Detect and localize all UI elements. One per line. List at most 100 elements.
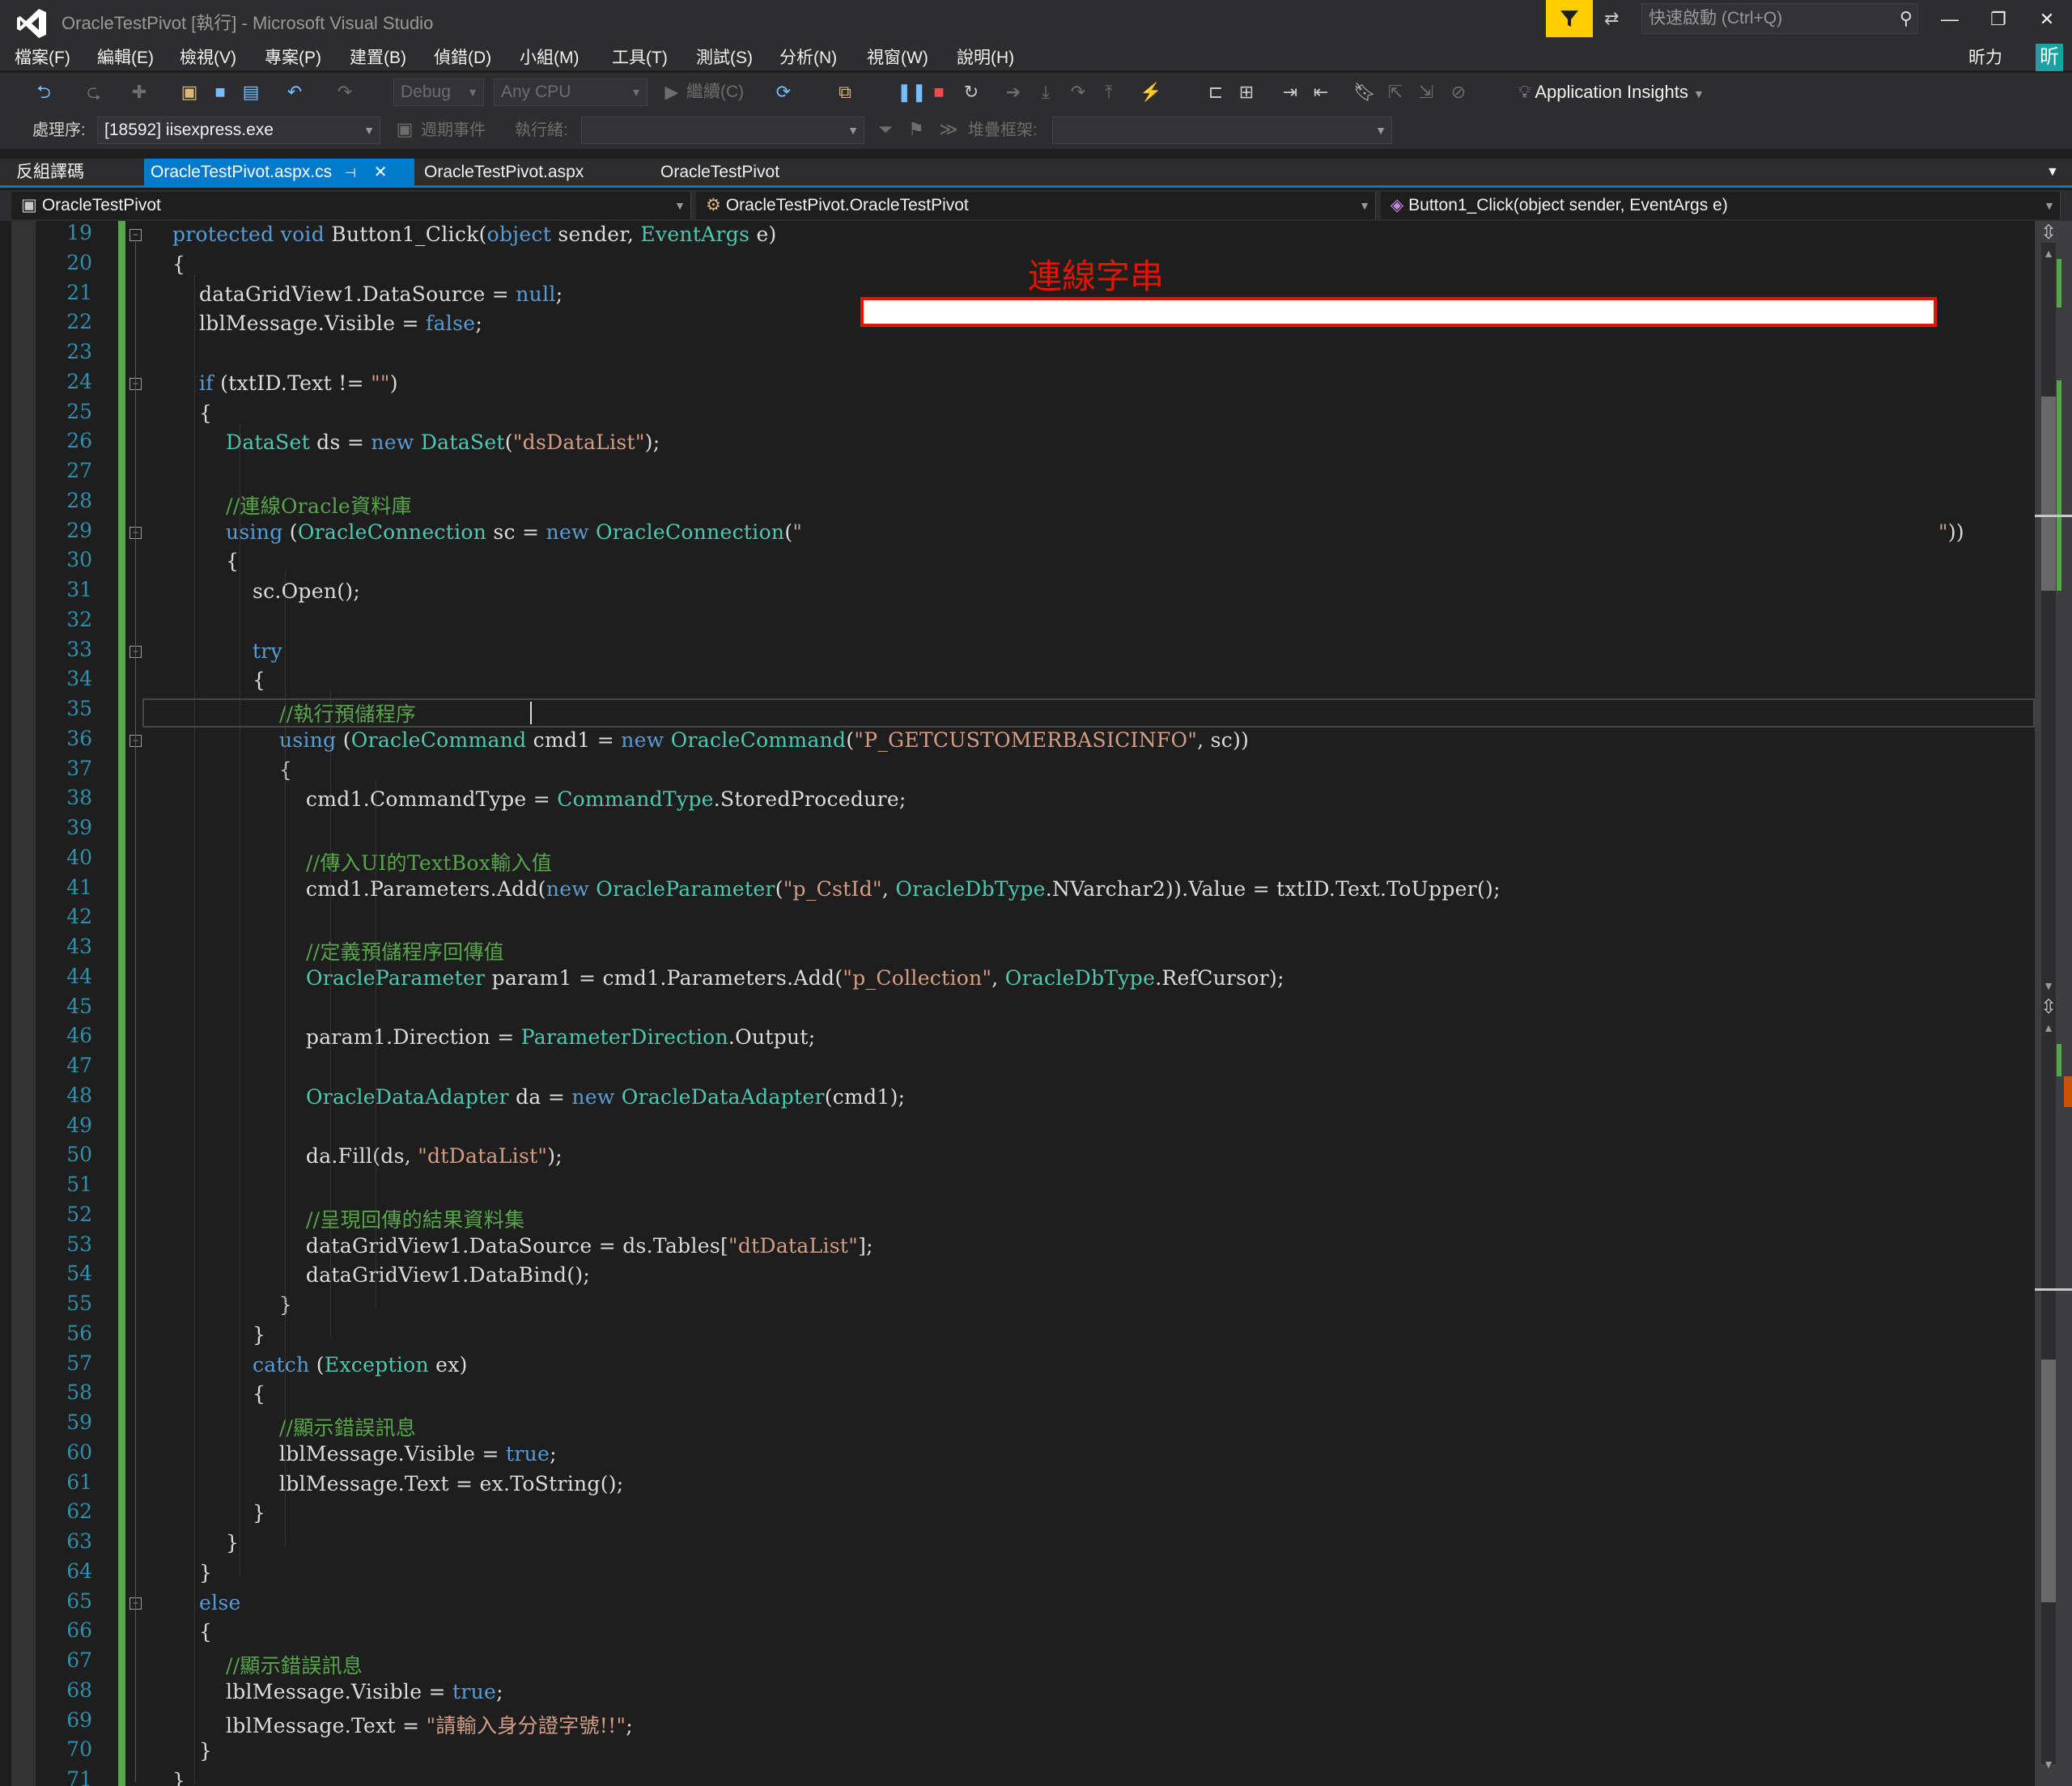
thread-select[interactable]: ▼ xyxy=(581,117,864,144)
code-line[interactable]: //連線Oracle資料庫 xyxy=(146,490,412,520)
navigate-back-icon[interactable]: ⮌ xyxy=(32,81,55,104)
code-line[interactable]: } xyxy=(146,1293,292,1317)
pause-icon[interactable]: ❚❚ xyxy=(897,81,927,104)
code-line[interactable]: } xyxy=(146,1501,265,1525)
menu-tools[interactable]: 工具(T) xyxy=(612,46,668,70)
menu-build[interactable]: 建置(B) xyxy=(350,46,406,70)
step-over-icon[interactable]: ↷ xyxy=(1067,81,1089,104)
lifecycle-events-button[interactable]: 週期事件 xyxy=(421,112,486,149)
browser-link-icon[interactable]: ⧉ xyxy=(834,81,856,104)
outdent-icon[interactable]: ⇤ xyxy=(1310,81,1332,104)
code-line[interactable]: } xyxy=(146,1739,212,1763)
code-line[interactable]: try xyxy=(146,639,282,663)
menu-team[interactable]: 小組(M) xyxy=(520,46,579,70)
code-line[interactable]: { xyxy=(146,549,239,573)
code-line[interactable]: OracleParameter param1 = cmd1.Parameters… xyxy=(146,966,1284,990)
code-line[interactable]: sc.Open(); xyxy=(146,579,360,603)
menu-project[interactable]: 專案(P) xyxy=(265,46,321,70)
maximize-button[interactable]: ❐ xyxy=(1975,0,2022,39)
code-line[interactable]: lblMessage.Visible = false; xyxy=(146,312,482,335)
code-line[interactable]: using (OracleCommand cmd1 = new OracleCo… xyxy=(146,728,1249,752)
redo-icon[interactable]: ↷ xyxy=(333,81,356,104)
solution-platform-select[interactable]: Any CPU ▼ xyxy=(494,78,648,106)
avatar[interactable]: 昕 xyxy=(2036,44,2063,71)
tab-oracletestpivot[interactable]: OracleTestPivot xyxy=(654,159,779,186)
menu-debug[interactable]: 偵錯(D) xyxy=(434,46,491,70)
type-dropdown[interactable]: ⚙ OracleTestPivot.OracleTestPivot ▼ xyxy=(696,192,1376,219)
quick-launch-input[interactable]: 快速啟動 (Ctrl+Q) ⚲ xyxy=(1641,3,1918,34)
code-line[interactable]: //傳入UI的TextBox輸入值 xyxy=(146,847,552,876)
tab-disassembly[interactable]: 反組譯碼 xyxy=(16,159,84,186)
filter-thread-icon[interactable]: ⏷ xyxy=(874,118,897,141)
lifecycle-events-icon[interactable]: ▣ xyxy=(393,118,416,141)
code-line[interactable]: { xyxy=(146,1620,212,1644)
restart-icon[interactable]: ↻ xyxy=(960,81,983,104)
code-line[interactable]: protected void Button1_Click(object send… xyxy=(146,223,777,246)
scroll-up-icon[interactable]: ▲ xyxy=(2041,247,2056,260)
scrollbar-thumb[interactable] xyxy=(2041,1360,2056,1602)
toggle-panel-icon[interactable]: ⊏ xyxy=(1204,81,1227,104)
code-line[interactable]: lblMessage.Text = "請輸入身分證字號!!"; xyxy=(146,1710,633,1739)
menu-view[interactable]: 檢視(V) xyxy=(180,46,236,70)
code-line[interactable]: { xyxy=(146,758,292,782)
code-line[interactable]: { xyxy=(146,1382,265,1406)
code-line[interactable]: else xyxy=(146,1591,241,1614)
pin-icon[interactable]: ⊣ xyxy=(345,167,356,180)
code-line[interactable]: //顯示錯誤訊息 xyxy=(146,1412,416,1441)
scroll-down-icon[interactable]: ▼ xyxy=(2041,1758,2056,1771)
code-line[interactable]: //定義預儲程序回傳值 xyxy=(146,936,504,965)
collapse-threads-icon[interactable]: ≫ xyxy=(937,118,960,141)
live-share-icon[interactable]: ⇄ xyxy=(1604,8,1628,32)
indicator-margin[interactable] xyxy=(11,221,36,1786)
undo-icon[interactable]: ↶ xyxy=(283,81,306,104)
process-select[interactable]: [18592] iisexpress.exe ▼ xyxy=(97,117,380,144)
split-window-icon[interactable]: ⇳ xyxy=(2039,995,2058,1018)
previous-bookmark-icon[interactable]: ⇱ xyxy=(1384,81,1407,104)
member-dropdown[interactable]: ◈ Button1_Click(object sender, EventArgs … xyxy=(1381,192,2061,219)
close-button[interactable]: ✕ xyxy=(2023,0,2070,39)
menu-edit[interactable]: 編輯(E) xyxy=(97,46,154,70)
save-all-icon[interactable]: ▤ xyxy=(240,81,262,104)
continue-icon[interactable]: ▶ xyxy=(660,81,683,104)
flag-thread-icon[interactable]: ⚑ xyxy=(905,118,928,141)
scroll-up-icon[interactable]: ▲ xyxy=(2041,1021,2056,1034)
split-window-icon[interactable]: ⇳ xyxy=(2039,223,2058,243)
feedback-filter-icon[interactable] xyxy=(1546,0,1593,37)
code-line[interactable]: using (OracleConnection sc = new OracleC… xyxy=(146,520,1964,544)
navigate-forward-icon[interactable]: ⮎ xyxy=(83,81,105,104)
bookmark-icon[interactable]: 🔖︎ xyxy=(1353,81,1376,104)
tab-overflow-chevron-icon[interactable]: ▼ xyxy=(2046,159,2059,186)
step-out-icon[interactable]: ⤒ xyxy=(1098,81,1120,104)
code-line[interactable]: { xyxy=(146,668,265,692)
stop-icon[interactable]: ■ xyxy=(928,81,950,104)
application-insights-button[interactable]: 💡︎ Application Insights ▼ xyxy=(1518,73,1705,113)
close-icon[interactable]: ✕ xyxy=(374,163,388,181)
code-line[interactable]: OracleDataAdapter da = new OracleDataAda… xyxy=(146,1085,905,1109)
code-line[interactable]: //呈現回傳的結果資料集 xyxy=(146,1204,524,1233)
scroll-down-icon[interactable]: ▼ xyxy=(2041,979,2056,992)
open-file-icon[interactable]: ▣ xyxy=(178,81,201,104)
code-line[interactable]: param1.Direction = ParameterDirection.Ou… xyxy=(146,1025,816,1049)
minimize-button[interactable]: — xyxy=(1926,0,1973,39)
code-line[interactable]: //顯示錯誤訊息 xyxy=(146,1650,363,1679)
code-line[interactable]: { xyxy=(146,401,212,425)
refresh-icon[interactable]: ⟳ xyxy=(772,81,795,104)
code-line[interactable]: dataGridView1.DataSource = null; xyxy=(146,282,563,306)
code-line[interactable]: lblMessage.Visible = true; xyxy=(146,1680,503,1703)
scrollbar-thumb[interactable] xyxy=(2041,397,2056,591)
continue-button[interactable]: 繼續(C) xyxy=(686,73,744,112)
hot-reload-icon[interactable]: ⚡ xyxy=(1140,81,1162,104)
show-next-statement-icon[interactable]: ➔ xyxy=(1002,81,1025,104)
account-name[interactable]: 昕力 xyxy=(1968,46,2002,70)
code-line[interactable]: lblMessage.Text = ex.ToString(); xyxy=(146,1472,624,1495)
code-line[interactable]: } xyxy=(146,1769,185,1786)
code-line[interactable]: DataSet ds = new DataSet("dsDataList"); xyxy=(146,431,660,454)
solution-configuration-select[interactable]: Debug ▼ xyxy=(393,78,484,106)
code-line[interactable]: } xyxy=(146,1531,239,1555)
code-line[interactable]: lblMessage.Visible = true; xyxy=(146,1442,557,1466)
menu-help[interactable]: 說明(H) xyxy=(957,46,1014,70)
menu-test[interactable]: 測試(S) xyxy=(696,46,753,70)
project-dropdown[interactable]: ▣ OracleTestPivot ▼ xyxy=(11,192,691,219)
code-line[interactable]: { xyxy=(146,252,185,276)
menu-file[interactable]: 檔案(F) xyxy=(15,46,70,70)
